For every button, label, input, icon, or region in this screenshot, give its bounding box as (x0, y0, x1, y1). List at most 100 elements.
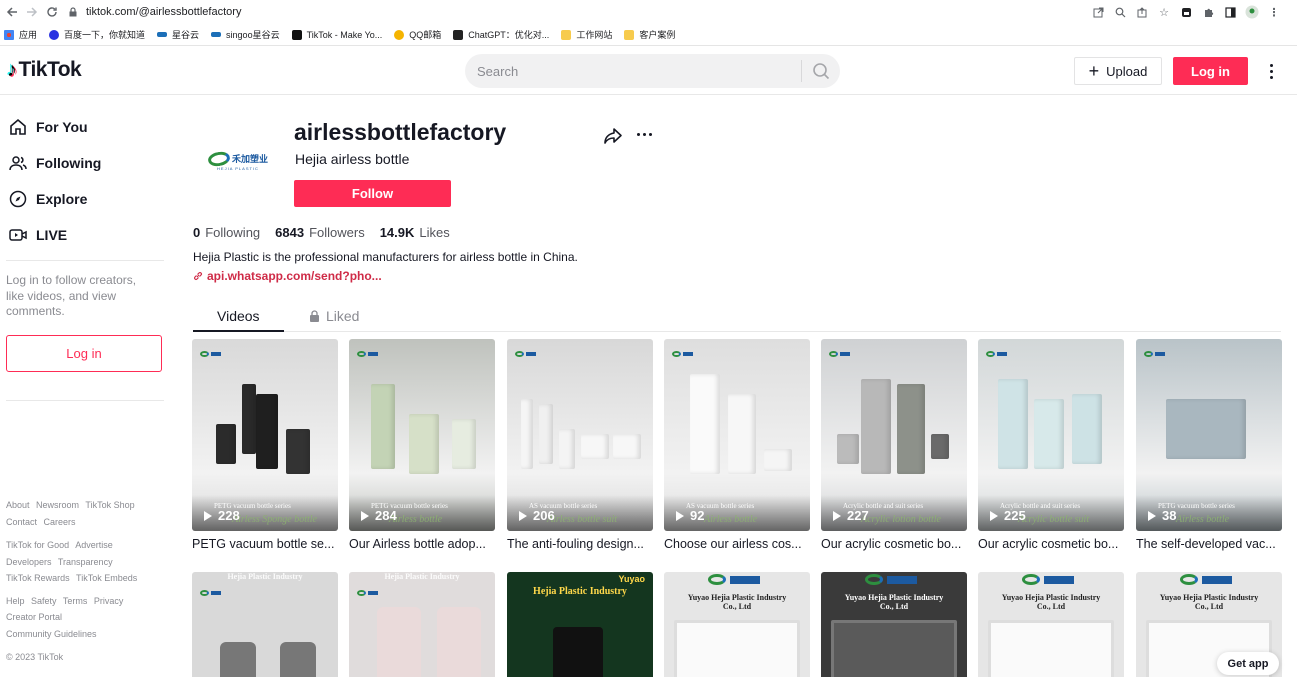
footer-link[interactable]: TikTok Rewards (6, 573, 70, 583)
video-card[interactable]: Acrylic bottle and suit series Acrylic lo… (821, 339, 967, 551)
sidebar-login-button[interactable]: Log in (6, 335, 162, 372)
browser-menu-icon[interactable]: ⋮ (1265, 3, 1283, 21)
video-thumbnail[interactable]: PETG vacuum bottle series Airless bottle 2… (349, 339, 495, 531)
video-thumbnail[interactable]: PETG vacuum bottle series Airless bottle 3… (1136, 339, 1282, 531)
share-page-icon[interactable] (1133, 3, 1151, 21)
video-caption[interactable]: Our acrylic cosmetic bo... (821, 537, 967, 551)
footer-link[interactable]: Community Guidelines (6, 629, 97, 639)
bookmark-apps[interactable]: 应用 (4, 28, 37, 41)
site-header: ♪ TikTok Search + Upload Log in (0, 47, 1297, 95)
footer-link[interactable]: Newsroom (36, 500, 79, 510)
search-input[interactable]: Search (465, 64, 801, 79)
reload-icon[interactable] (42, 2, 62, 22)
extensions-puzzle-icon[interactable] (1199, 3, 1217, 21)
footer-link[interactable]: Developers (6, 557, 52, 567)
tab-videos[interactable]: Videos (217, 308, 260, 324)
footer-link[interactable]: TikTok Embeds (76, 573, 137, 583)
bookmark-star-icon[interactable]: ☆ (1155, 3, 1173, 21)
forward-icon[interactable] (22, 2, 42, 22)
sidebar-panel-icon[interactable] (1221, 3, 1239, 21)
video-card[interactable]: Yuyao Hejia Plastic Industry Co., Ltd (821, 572, 967, 677)
bookmark-chatgpt[interactable]: ChatGPT：优化对... (453, 28, 549, 41)
get-app-button[interactable]: Get app (1217, 652, 1279, 675)
video-caption[interactable]: The self-developed vac... (1136, 537, 1282, 551)
video-thumbnail[interactable]: Acrylic bottle and suit series Acrylic lo… (821, 339, 967, 531)
profile-link[interactable]: api.whatsapp.com/send?pho... (193, 269, 382, 283)
video-thumbnail[interactable]: Yuyao Hejia Plastic Industry Co., Ltd (664, 572, 810, 677)
bookmark-tiktok[interactable]: TikTok - Make Yo... (291, 29, 382, 40)
video-caption[interactable]: PETG vacuum bottle se... (192, 537, 338, 551)
footer-link[interactable]: TikTok for Good (6, 540, 69, 550)
video-caption[interactable]: Our acrylic cosmetic bo... (978, 537, 1124, 551)
footer-link[interactable]: Creator Portal (6, 612, 62, 622)
video-card[interactable]: Hejia Plastic Industry Yuyao (507, 572, 653, 677)
video-card[interactable]: AS vacuum bottle series Airless bottle 92 C… (664, 339, 810, 551)
live-icon (8, 225, 28, 245)
header-login-button[interactable]: Log in (1173, 57, 1248, 85)
video-card[interactable]: PETG vacuum bottle series Airless bottle 2… (349, 339, 495, 551)
footer-link[interactable]: Contact (6, 517, 37, 527)
address-bar[interactable]: tiktok.com/@airlessbottlefactory (68, 6, 241, 18)
sidebar-item-following[interactable]: Following (8, 153, 101, 173)
video-caption[interactable]: Choose our airless cos... (664, 537, 810, 551)
footer-link[interactable]: Safety (31, 596, 57, 606)
profile-avatar-icon[interactable] (1243, 3, 1261, 21)
footer-link[interactable]: Careers (44, 517, 76, 527)
sidebar-item-for-you[interactable]: For You (8, 117, 88, 137)
video-thumbnail[interactable]: Yuyao Hejia Plastic Industry Co., Ltd (821, 572, 967, 677)
video-thumbnail[interactable]: Hejia Plastic Industry (192, 572, 338, 677)
video-card[interactable]: PETG vacuum bottle series Airless bottle 3… (1136, 339, 1282, 551)
video-thumbnail[interactable]: Hejia Plastic Industry Yuyao (507, 572, 653, 677)
video-thumbnail[interactable]: Hejia Plastic Industry (349, 572, 495, 677)
following-stat[interactable]: 0 Following (193, 225, 260, 240)
footer-link[interactable]: About (6, 500, 30, 510)
video-card[interactable]: Hejia Plastic Industry (192, 572, 338, 677)
tab-liked[interactable]: Liked (309, 308, 359, 324)
video-thumbnail[interactable]: Acrylic bottle and suit series Acrylic bo… (978, 339, 1124, 531)
lock-icon (310, 310, 319, 322)
followers-stat[interactable]: 6843 Followers (275, 225, 365, 240)
bookmark-folder-clients[interactable]: 客户案例 (624, 28, 675, 41)
bookmark-qqmail[interactable]: QQ邮箱 (394, 28, 441, 41)
video-caption[interactable]: The anti-fouling design... (507, 537, 653, 551)
bookmark-folder-work[interactable]: 工作网站 (561, 28, 612, 41)
bookmark-singoo[interactable]: singoo星谷云 (211, 28, 280, 41)
video-caption[interactable]: Our Airless bottle adop... (349, 537, 495, 551)
video-card[interactable]: AS vacuum bottle series Airless bottle su… (507, 339, 653, 551)
follow-button[interactable]: Follow (294, 180, 451, 207)
share-icon[interactable] (603, 126, 623, 146)
avatar-brand: 禾加塑业 (231, 154, 268, 164)
video-card[interactable]: PETG vacuum bottle series Airless Sponge … (192, 339, 338, 551)
bookmark-xingguyun[interactable]: 星谷云 (157, 28, 199, 41)
upload-button[interactable]: + Upload (1074, 57, 1162, 85)
sidebar-item-explore[interactable]: Explore (8, 189, 87, 209)
video-card[interactable]: Yuyao Hejia Plastic Industry Co., Ltd (664, 572, 810, 677)
sidebar-item-live[interactable]: LIVE (8, 225, 67, 245)
bookmark-baidu[interactable]: 百度一下，你就知道 (49, 28, 145, 41)
footer-link[interactable]: TikTok Shop (85, 500, 134, 510)
footer-link[interactable]: Help (6, 596, 25, 606)
tiktok-logo[interactable]: ♪ TikTok (7, 58, 82, 82)
video-thumbnail[interactable]: AS vacuum bottle series Airless bottle su… (507, 339, 653, 531)
search-icon[interactable] (802, 54, 840, 88)
video-thumbnail[interactable]: Yuyao Hejia Plastic Industry Co., Ltd (978, 572, 1124, 677)
thumbnail-banner-text: Yuyao Hejia Plastic Industry Co., Ltd (687, 593, 787, 611)
more-menu-icon[interactable] (1262, 59, 1280, 83)
video-card[interactable]: Hejia Plastic Industry (349, 572, 495, 677)
video-thumbnail[interactable]: AS vacuum bottle series Airless bottle 92 (664, 339, 810, 531)
footer-link[interactable]: Terms (63, 596, 88, 606)
video-card[interactable]: Acrylic bottle and suit series Acrylic bo… (978, 339, 1124, 551)
footer-link[interactable]: Transparency (58, 557, 113, 567)
open-external-icon[interactable] (1089, 3, 1107, 21)
zoom-icon[interactable] (1111, 3, 1129, 21)
avatar[interactable]: 禾加塑业 HEJIA PLASTIC (193, 116, 283, 206)
footer-link[interactable]: Advertise (75, 540, 113, 550)
video-thumbnail[interactable]: PETG vacuum bottle series Airless Sponge … (192, 339, 338, 531)
back-icon[interactable] (2, 2, 22, 22)
profile-more-icon[interactable] (634, 126, 654, 142)
search-bar[interactable]: Search (465, 54, 840, 88)
extension-app-icon[interactable] (1177, 3, 1195, 21)
video-card[interactable]: Yuyao Hejia Plastic Industry Co., Ltd (978, 572, 1124, 677)
footer-link[interactable]: Privacy (94, 596, 124, 606)
product-image (216, 424, 236, 464)
